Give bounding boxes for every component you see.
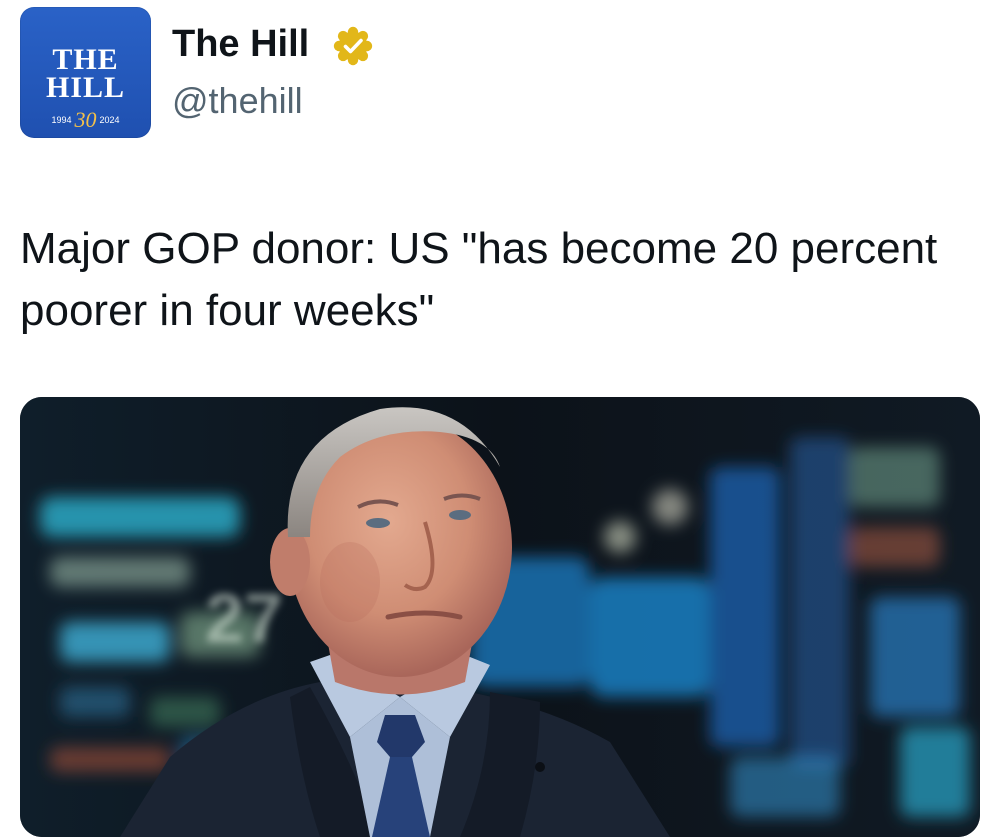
avatar[interactable]: THE HILL 1994 30 2024 — [20, 7, 151, 138]
avatar-year-mark: 30 — [74, 107, 97, 132]
tweet-text: Major GOP donor: US "has become 20 perce… — [20, 224, 938, 335]
background-display-number: 27 — [205, 579, 283, 657]
account-name[interactable]: The Hill — [172, 22, 309, 66]
verified-badge-icon — [333, 26, 373, 66]
avatar-anniversary-mark: 1994 30 2024 — [20, 109, 151, 131]
avatar-logo-line2: HILL — [45, 71, 126, 104]
account-handle[interactable]: @thehill — [172, 80, 303, 122]
avatar-year-start: 1994 — [51, 115, 72, 125]
avatar-year-end: 2024 — [99, 115, 120, 125]
media-illustration: 27 — [20, 397, 980, 837]
tweet-media-photo[interactable]: 27 — [20, 397, 980, 837]
